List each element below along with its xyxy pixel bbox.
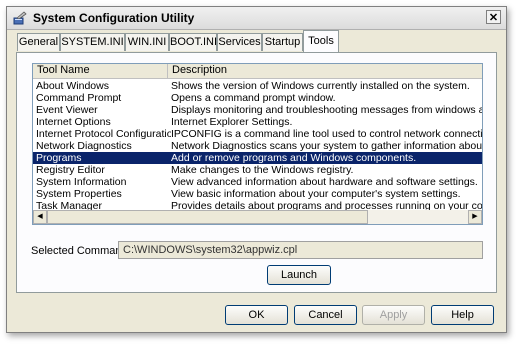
title-bar[interactable]: System Configuration Utility ✕ [7,7,506,30]
cancel-button[interactable]: Cancel [294,305,357,325]
window-title: System Configuration Utility [33,11,195,25]
arrow-right-icon: ▶ [472,213,478,220]
tool-description: Displays monitoring and troubleshooting … [171,104,482,116]
tab-startup[interactable]: Startup [262,33,303,51]
tab-win-ini[interactable]: WIN.INI [125,33,169,51]
list-item-selected[interactable]: Programs Add or remove programs and Wind… [33,152,482,164]
tool-description: Network Diagnostics scans your system to… [171,140,482,152]
tools-list[interactable]: Tool Name Description About Windows Show… [32,63,483,225]
list-item[interactable]: Network Diagnostics Network Diagnostics … [33,140,482,152]
tool-name: Network Diagnostics [36,140,132,152]
horizontal-scrollbar[interactable]: ◀ ▶ [33,210,482,224]
tool-description: Internet Explorer Settings. [171,116,293,128]
tool-name: System Properties [36,188,122,200]
tool-description: Add or remove programs and Windows compo… [171,152,417,164]
list-item[interactable]: Task Manager Provides details about prog… [33,200,482,210]
scroll-right-button[interactable]: ▶ [468,210,482,224]
tab-boot-ini[interactable]: BOOT.INI [169,33,217,51]
list-item[interactable]: Registry Editor Make changes to the Wind… [33,164,482,176]
column-header-description[interactable]: Description [168,64,482,78]
list-item[interactable]: About Windows Shows the version of Windo… [33,80,482,92]
list-item[interactable]: System Properties View basic information… [33,188,482,200]
tool-description: View advanced information about hardware… [171,176,478,188]
close-icon: ✕ [488,12,499,24]
tool-name: Task Manager [36,200,102,210]
tab-system-ini[interactable]: SYSTEM.INI [60,33,125,51]
column-header-tool-name[interactable]: Tool Name [33,64,168,78]
list-item[interactable]: Event Viewer Displays monitoring and tro… [33,104,482,116]
list-header: Tool Name Description [33,64,482,79]
tab-tools[interactable]: Tools [303,30,339,52]
selected-command-field: C:\WINDOWS\system32\appwiz.cpl [118,241,483,259]
help-button[interactable]: Help [431,305,494,325]
tool-name: Internet Options [36,116,111,128]
list-item[interactable]: Command Prompt Opens a command prompt wi… [33,92,482,104]
apply-button[interactable]: Apply [362,305,425,325]
tool-description: Shows the version of Windows currently i… [171,80,470,92]
tool-description: IPCONFIG is a command line tool used to … [171,128,482,140]
tool-description: Make changes to the Windows registry. [171,164,354,176]
tool-description: Provides details about programs and proc… [171,200,482,210]
ok-button[interactable]: OK [225,305,288,325]
close-button[interactable]: ✕ [486,10,501,24]
tool-name: System Information [36,176,127,188]
list-item[interactable]: System Information View advanced informa… [33,176,482,188]
tool-name: Registry Editor [36,164,105,176]
tool-name: About Windows [36,80,109,92]
tab-services[interactable]: Services [217,33,262,51]
tool-name: Programs [36,152,82,164]
tool-name: Command Prompt [36,92,122,104]
tool-description: View basic information about your comput… [171,188,461,200]
tab-general[interactable]: General [17,33,60,51]
list-item[interactable]: Internet Protocol Configuration IPCONFIG… [33,128,482,140]
scroll-thumb[interactable] [47,210,368,224]
selected-command-label: Selected Command: [31,245,131,257]
tool-name: Event Viewer [36,104,98,116]
tool-name: Internet Protocol Configuration [36,128,171,140]
launch-button[interactable]: Launch [267,265,331,285]
tool-description: Opens a command prompt window. [171,92,336,104]
system-config-icon [13,11,27,25]
arrow-left-icon: ◀ [37,213,43,220]
scroll-left-button[interactable]: ◀ [33,210,47,224]
list-item[interactable]: Internet Options Internet Explorer Setti… [33,116,482,128]
